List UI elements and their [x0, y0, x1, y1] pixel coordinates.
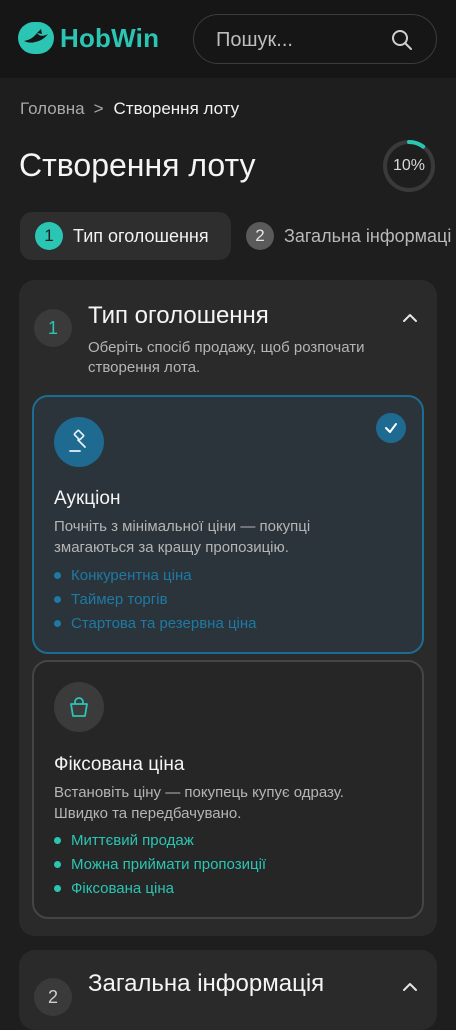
option-auction[interactable]: Аукціон Почніть з мінімальної ціни — пок… — [32, 395, 424, 654]
section-listing-type: 1 Тип оголошення Оберіть спосіб продажу,… — [19, 280, 437, 936]
step-number: 2 — [246, 222, 274, 250]
option-description: Почніть з мінімальної ціни — покупці зма… — [54, 518, 311, 556]
checkmark-icon — [376, 413, 406, 443]
top-header: HobWin — [0, 0, 456, 78]
option-title: Аукціон — [54, 488, 121, 509]
search-input[interactable] — [216, 27, 386, 53]
step-type[interactable]: 1 Тип оголошення — [20, 212, 231, 260]
step-label: Тип оголошення — [73, 225, 209, 246]
breadcrumb-current: Створення лоту — [113, 99, 240, 118]
step-number: 1 — [35, 222, 63, 250]
section-general-info: 2 Загальна інформація — [19, 950, 437, 1030]
logo[interactable]: HobWin — [18, 22, 159, 54]
feature-item: Таймер торгів — [54, 587, 257, 611]
search-icon[interactable] — [390, 28, 414, 52]
stepper: 1 Тип оголошення 2 Загальна інформаці — [20, 212, 456, 260]
section-title: Тип оголошення — [88, 302, 269, 329]
page-title: Створення лоту — [19, 147, 256, 183]
gavel-icon — [54, 417, 104, 467]
option-description: Встановіть ціну — покупець купує одразу.… — [54, 784, 344, 822]
section-number: 1 — [34, 309, 72, 347]
step-general-info[interactable]: 2 Загальна інформаці — [246, 212, 451, 260]
feature-list: Конкурентна ціна Таймер торгів Стартова … — [54, 563, 257, 635]
feature-item: Можна приймати пропозиції — [54, 852, 266, 876]
chevron-up-icon[interactable] — [399, 976, 421, 998]
feature-item: Миттєвий продаж — [54, 828, 266, 852]
shopping-bag-icon — [54, 682, 104, 732]
section-number: 2 — [34, 978, 72, 1016]
option-title: Фіксована ціна — [54, 754, 185, 775]
search-box[interactable] — [193, 14, 437, 64]
breadcrumb: Головна > Створення лоту — [20, 99, 239, 119]
logo-bird-icon — [18, 22, 54, 54]
breadcrumb-separator: > — [93, 99, 104, 118]
chevron-up-icon[interactable] — [399, 307, 421, 329]
feature-item: Стартова та резервна ціна — [54, 611, 257, 635]
feature-item: Фіксована ціна — [54, 876, 266, 900]
feature-item: Конкурентна ціна — [54, 563, 257, 587]
section-title: Загальна інформація — [88, 970, 325, 997]
logo-text: HobWin — [60, 22, 160, 53]
option-fixed-price[interactable]: Фіксована ціна Встановіть ціну — покупец… — [32, 660, 424, 919]
step-label: Загальна інформаці — [284, 225, 452, 246]
breadcrumb-home-link[interactable]: Головна — [20, 99, 85, 119]
section-description: Оберіть спосіб продажу, щоб розпочати ст… — [88, 339, 365, 376]
progress-percent: 10% — [392, 157, 426, 174]
feature-list: Миттєвий продаж Можна приймати пропозиці… — [54, 828, 266, 900]
